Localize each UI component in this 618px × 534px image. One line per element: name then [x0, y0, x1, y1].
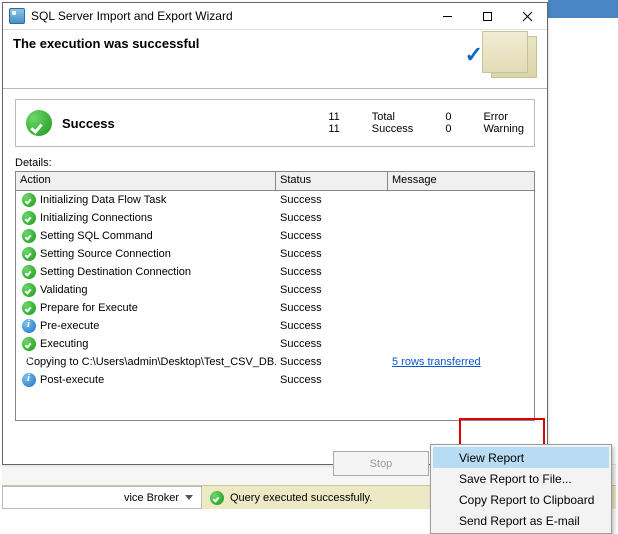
- success-icon: [210, 491, 224, 505]
- menu-item[interactable]: Copy Report to Clipboard: [433, 489, 609, 510]
- table-row[interactable]: Setting SQL Command Success: [16, 227, 534, 245]
- stat-warning-l: Warning: [483, 123, 524, 135]
- app-icon: [9, 8, 25, 24]
- stat-total-n: 11: [328, 111, 339, 123]
- menu-item[interactable]: Send Report as E-mail: [433, 510, 609, 531]
- cell-action: Initializing Data Flow Task: [40, 194, 166, 206]
- menu-item[interactable]: View Report: [433, 447, 609, 468]
- wizard-window: SQL Server Import and Export Wizard The …: [2, 2, 548, 465]
- success-icon: [22, 211, 36, 225]
- success-icon: [22, 247, 36, 261]
- stop-button: Stop: [333, 451, 429, 476]
- success-icon: [22, 337, 36, 351]
- stat-error-l: Error: [483, 111, 524, 123]
- chevron-down-icon: [185, 495, 193, 500]
- cell-action: Executing: [40, 338, 88, 350]
- table-row[interactable]: Post-execute Success: [16, 371, 534, 389]
- table-row[interactable]: Setting Source Connection Success: [16, 245, 534, 263]
- stat-total-l: Total: [372, 111, 414, 123]
- success-icon: [26, 110, 52, 136]
- table-row[interactable]: Initializing Connections Success: [16, 209, 534, 227]
- success-icon: [22, 301, 36, 315]
- cell-status: Success: [276, 230, 388, 242]
- cell-action: Setting Source Connection: [40, 248, 171, 260]
- cell-status: Success: [276, 248, 388, 260]
- cell-status: Success: [276, 338, 388, 350]
- cell-status: Success: [276, 194, 388, 206]
- statusbar-pane1[interactable]: vice Broker: [2, 486, 202, 509]
- cell-status: Success: [276, 302, 388, 314]
- cell-status: Success: [276, 266, 388, 278]
- minimize-button[interactable]: [427, 3, 467, 29]
- table-row[interactable]: Initializing Data Flow Task Success: [16, 191, 534, 209]
- table-row[interactable]: Validating Success: [16, 281, 534, 299]
- maximize-button[interactable]: [467, 3, 507, 29]
- report-menu: View ReportSave Report to File...Copy Re…: [430, 444, 612, 534]
- stat-success-l: Success: [372, 123, 414, 135]
- cell-status: Success: [276, 284, 388, 296]
- cell-message: 5 rows transferred: [388, 356, 534, 368]
- info-icon: [22, 373, 36, 387]
- table-row[interactable]: Prepare for Execute Success: [16, 299, 534, 317]
- summary-stats: 11 Total 0 Error 11 Success 0 Warning: [328, 111, 524, 135]
- summary-label: Success: [62, 116, 328, 131]
- cell-action: Prepare for Execute: [40, 302, 138, 314]
- header-graphic-icon: [491, 36, 537, 78]
- success-icon: [22, 229, 36, 243]
- grid-header: Action Status Message: [16, 172, 534, 191]
- stat-error-n: 0: [445, 111, 451, 123]
- background-panel-right: [548, 0, 618, 511]
- cell-action: Validating: [40, 284, 88, 296]
- cell-action: Pre-execute: [40, 320, 99, 332]
- cell-action: Copying to C:\Users\admin\Desktop\Test_C…: [26, 356, 276, 368]
- cell-action: Post-execute: [40, 374, 104, 386]
- cell-action: Initializing Connections: [40, 212, 153, 224]
- checkmark-icon: ✓: [465, 42, 483, 68]
- stop-label: Stop: [370, 458, 393, 470]
- stat-warning-n: 0: [445, 123, 451, 135]
- success-icon: [22, 283, 36, 297]
- message-link[interactable]: 5 rows transferred: [392, 356, 481, 368]
- col-message[interactable]: Message: [388, 172, 534, 190]
- close-button[interactable]: [507, 3, 547, 29]
- titlebar: SQL Server Import and Export Wizard: [3, 3, 547, 30]
- table-row[interactable]: Setting Destination Connection Success: [16, 263, 534, 281]
- summary-panel: Success 11 Total 0 Error 11 Success 0 Wa…: [15, 99, 535, 147]
- window-title: SQL Server Import and Export Wizard: [31, 9, 427, 23]
- details-label: Details:: [15, 157, 535, 169]
- cell-status: Success: [276, 374, 388, 386]
- cell-status: Success: [276, 212, 388, 224]
- statusbar-pane1-text: vice Broker: [124, 492, 179, 504]
- menu-item[interactable]: Save Report to File...: [433, 468, 609, 489]
- info-icon: [22, 319, 36, 333]
- wizard-header: The execution was successful ✓: [3, 30, 547, 89]
- background-bluestrip: [548, 0, 618, 18]
- col-status[interactable]: Status: [276, 172, 388, 190]
- success-icon: [22, 193, 36, 207]
- cell-action: Setting Destination Connection: [40, 266, 191, 278]
- page-title: The execution was successful: [13, 36, 537, 51]
- table-row[interactable]: Pre-execute Success: [16, 317, 534, 335]
- table-row[interactable]: Executing Success: [16, 335, 534, 353]
- success-icon: [22, 265, 36, 279]
- cell-action: Setting SQL Command: [40, 230, 153, 242]
- col-action[interactable]: Action: [16, 172, 276, 190]
- cell-status: Success: [276, 356, 388, 368]
- stat-success-n: 11: [328, 123, 339, 135]
- statusbar-pane2-text: Query executed successfully.: [230, 492, 372, 504]
- cell-status: Success: [276, 320, 388, 332]
- table-row[interactable]: Copying to C:\Users\admin\Desktop\Test_C…: [16, 353, 534, 371]
- details-grid: Action Status Message Initializing Data …: [15, 171, 535, 421]
